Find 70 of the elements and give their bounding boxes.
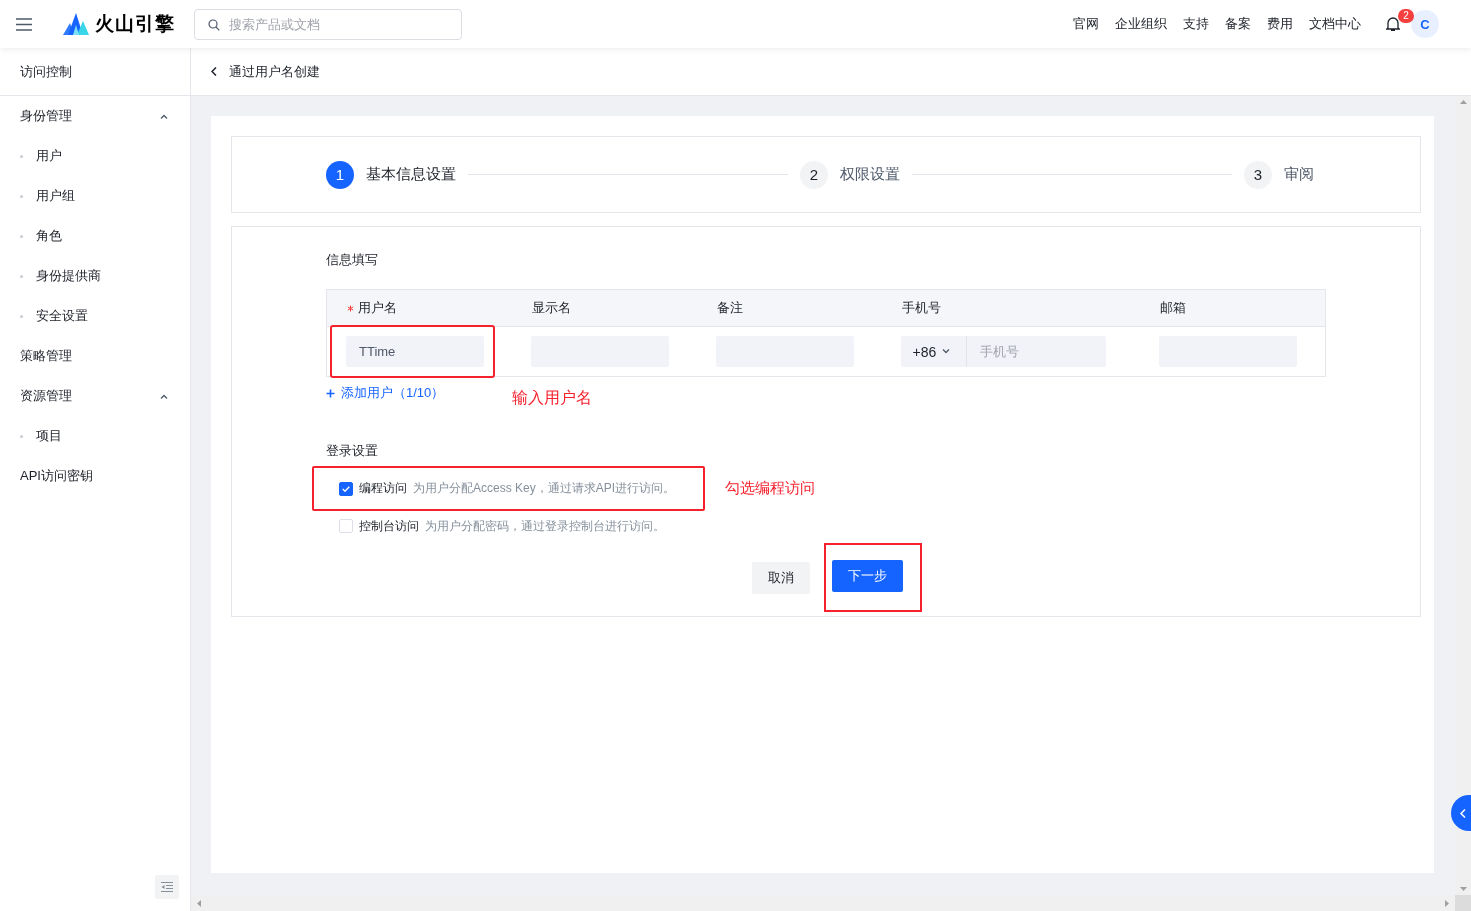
nav-link[interactable]: 文档中心: [1309, 15, 1361, 33]
nav-link[interactable]: 支持: [1183, 15, 1209, 33]
vertical-scrollbar[interactable]: [1455, 96, 1471, 895]
sidebar-subitem[interactable]: 身份提供商: [0, 256, 190, 296]
chevron-left-icon: [1460, 808, 1466, 818]
checkbox-label: 编程访问: [359, 480, 407, 497]
add-user-link[interactable]: 添加用户（1/10）: [326, 384, 445, 402]
option-description: 为用户分配密码，通过登录控制台进行访问。: [425, 517, 665, 535]
user-avatar[interactable]: C: [1411, 10, 1439, 38]
column-header: 备注: [716, 299, 743, 317]
next-button[interactable]: 下一步: [832, 560, 903, 592]
scroll-right-icon: [1445, 899, 1449, 907]
back-link[interactable]: [211, 67, 217, 76]
page-title: 通过用户名创建: [229, 62, 320, 81]
horizontal-scrollbar[interactable]: [191, 895, 1455, 911]
sidebar-group[interactable]: 身份管理: [0, 96, 190, 136]
cancel-button[interactable]: 取消: [752, 561, 810, 594]
collapse-icon: [161, 882, 173, 892]
step-number[interactable]: 1: [326, 160, 354, 189]
step-label: 基本信息设置: [366, 165, 456, 184]
sidebar-group[interactable]: 资源管理: [0, 376, 190, 416]
bell-icon[interactable]: [1386, 16, 1400, 32]
column-header: 邮箱: [1160, 299, 1187, 317]
collapse-sidebar-button[interactable]: [155, 875, 179, 899]
nav-link[interactable]: 费用: [1267, 15, 1293, 33]
scrollbar-corner: [1455, 895, 1471, 911]
search-icon: [208, 18, 220, 31]
column-header: 用户名: [358, 299, 397, 317]
sidebar-item[interactable]: 策略管理: [0, 336, 190, 376]
chevron-down-icon: [942, 349, 951, 354]
sidebar-subitem[interactable]: 项目: [0, 416, 190, 456]
plus-icon: [326, 388, 335, 398]
input-field[interactable]: TTime: [346, 336, 484, 367]
check-icon: [342, 485, 350, 492]
expand-panel-button[interactable]: [1451, 795, 1471, 831]
sidebar-subitem[interactable]: 用户组: [0, 176, 190, 216]
scroll-up-icon: [1459, 100, 1467, 104]
nav-link[interactable]: 备案: [1225, 15, 1251, 33]
section-title: 登录设置: [326, 442, 379, 460]
sidebar-subitem[interactable]: 安全设置: [0, 296, 190, 336]
chevron-left-icon: [211, 67, 217, 76]
sidebar-group-label: 资源管理: [20, 387, 72, 405]
sidebar-subitem[interactable]: 角色: [0, 216, 190, 256]
sidebar-item[interactable]: API访问密钥: [0, 456, 190, 496]
search-field[interactable]: 搜索产品或文档: [194, 8, 462, 40]
column-header: 手机号: [901, 299, 941, 317]
checkbox[interactable]: [339, 481, 353, 496]
scroll-down-icon: [1459, 887, 1467, 891]
menu-icon[interactable]: [16, 17, 32, 31]
notification-badge: 2: [1398, 9, 1414, 23]
logo-text: 火山引擎: [95, 12, 175, 36]
step-label: 权限设置: [840, 165, 900, 184]
nav-link[interactable]: 企业组织: [1115, 15, 1167, 33]
sidebar-group-label: 身份管理: [20, 107, 72, 125]
step-number[interactable]: 3: [1244, 160, 1272, 189]
phone-field[interactable]: +86 手机号: [900, 336, 1106, 367]
annotation-text: 输入用户名: [512, 387, 593, 408]
step-label: 审阅: [1284, 165, 1314, 184]
country-code-select[interactable]: +86: [900, 336, 967, 367]
sidebar-subitem[interactable]: 用户: [0, 136, 190, 176]
annotation-text: 勾选编程访问: [725, 479, 816, 498]
nav-link[interactable]: 官网: [1073, 15, 1099, 33]
column-header: 显示名: [531, 299, 571, 317]
checkbox-label: 控制台访问: [359, 517, 419, 535]
sidebar-title: 访问控制: [20, 62, 72, 81]
scroll-left-icon: [197, 899, 201, 907]
option-description: 为用户分配Access Key，通过请求API进行访问。: [413, 480, 676, 497]
section-title: 信息填写: [326, 251, 379, 269]
step-number[interactable]: 2: [800, 160, 828, 189]
mountain-logo-icon: [63, 13, 89, 35]
